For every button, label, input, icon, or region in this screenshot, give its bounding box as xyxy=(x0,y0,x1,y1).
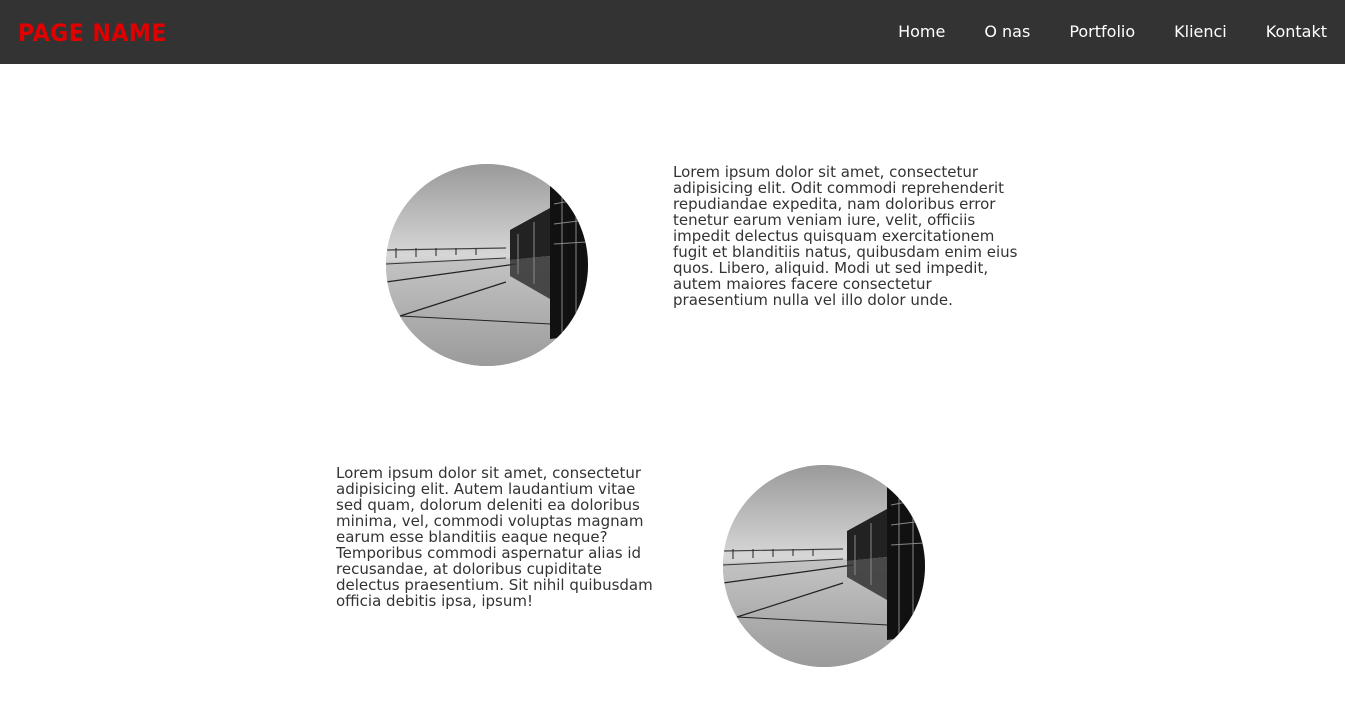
circular-photo xyxy=(386,164,588,366)
nav-link-home[interactable]: Home xyxy=(898,22,945,42)
pier-photo-image xyxy=(723,465,925,667)
nav-link-portfolio[interactable]: Portfolio xyxy=(1069,22,1135,42)
navbar: PAGE NAME Home O nas Portfolio Klienci K… xyxy=(0,0,1345,64)
nav-link-kontakt[interactable]: Kontakt xyxy=(1266,22,1327,42)
pier-photo-image xyxy=(386,164,588,366)
circular-photo xyxy=(723,465,925,667)
nav-link-o-nas[interactable]: O nas xyxy=(984,22,1030,42)
section-text: Lorem ipsum dolor sit amet, consectetur … xyxy=(336,464,653,610)
page-logo[interactable]: PAGE NAME xyxy=(18,18,167,48)
main-nav: Home O nas Portfolio Klienci Kontakt xyxy=(898,0,1345,64)
section-text: Lorem ipsum dolor sit amet, consectetur … xyxy=(673,163,1018,309)
nav-link-klienci[interactable]: Klienci xyxy=(1174,22,1227,42)
